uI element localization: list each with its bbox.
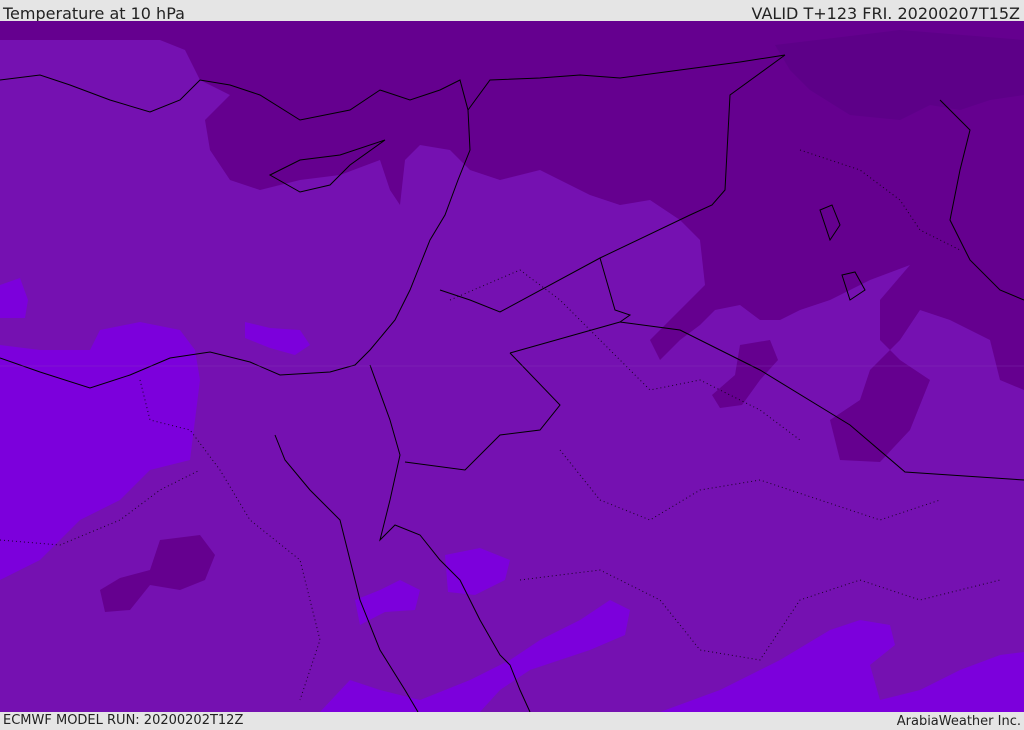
footer-bar: ECMWF MODEL RUN: 20200202T12Z ArabiaWeat… [0, 712, 1024, 729]
model-run: ECMWF MODEL RUN: 20200202T12Z [3, 713, 244, 728]
header-bar: Temperature at 10 hPa VALID T+123 FRI. 2… [0, 0, 1024, 23]
temperature-map [0, 21, 1024, 712]
brand-credit: ArabiaWeather Inc. [896, 714, 1021, 729]
